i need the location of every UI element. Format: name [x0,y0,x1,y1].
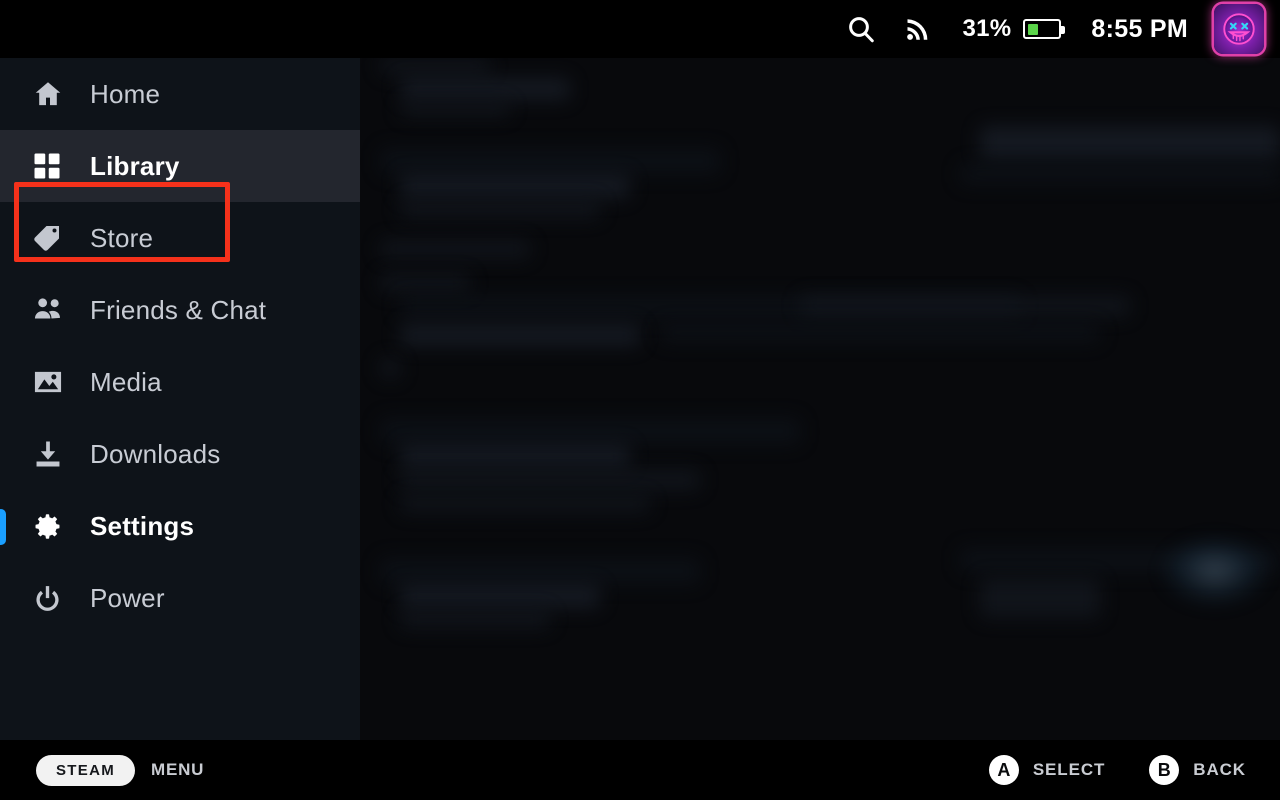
image-icon [32,365,72,399]
grid-icon [32,149,72,183]
sidebar-item-library[interactable]: Library [0,130,360,202]
battery-icon [1023,19,1066,39]
sidebar-item-media[interactable]: Media [0,346,360,418]
sidebar-item-home[interactable]: Home [0,58,360,130]
steam-deck-ui: Home Library Store Friends & Chat Media … [0,0,1280,800]
search-icon[interactable] [846,14,876,44]
sidebar-item-friends-and-chat[interactable]: Friends & Chat [0,274,360,346]
b-button-icon: B [1149,755,1180,785]
menu-hint-label: MENU [151,760,205,779]
home-icon [32,77,72,111]
a-button-icon: A [988,755,1019,785]
sidebar-item-label: Media [90,366,162,397]
sidebar-item-label: Settings [90,510,195,541]
wifi-icon[interactable] [904,15,932,43]
avatar[interactable] [1214,4,1264,54]
battery-fill-level [1027,23,1039,35]
footer-right-group: A SELECT B BACK [945,755,1246,785]
hint-b-back[interactable]: B BACK [1149,755,1246,785]
sidebar-item-label: Friends & Chat [90,294,267,325]
clock-label: 8:55 PM [1091,14,1188,43]
hint-a-select[interactable]: A SELECT [988,755,1106,785]
active-selection-indicator [0,509,6,545]
power-icon [32,581,72,615]
battery-percent-label: 31% [962,15,1012,42]
hint-label: BACK [1193,760,1246,779]
gear-icon [32,509,72,543]
footer-hint-bar: STEAM MENU A SELECT B BACK [0,740,1280,800]
footer-left-group: STEAM MENU [36,754,205,786]
battery-status: 31% [962,15,1066,43]
sidebar-item-label: Downloads [90,438,221,469]
sidebar-item-downloads[interactable]: Downloads [0,418,360,490]
sidebar-item-store[interactable]: Store [0,202,360,274]
sidebar-item-settings[interactable]: Settings [0,490,360,562]
sidebar-item-power[interactable]: Power [0,562,360,634]
main-sidebar: Home Library Store Friends & Chat Media … [0,58,360,740]
sidebar-item-label: Home [90,78,161,109]
blurred-content-background [360,58,1280,740]
sidebar-item-label: Store [90,222,154,253]
download-icon [32,437,72,471]
hint-label: SELECT [1032,760,1106,779]
people-icon [32,293,72,327]
sidebar-item-label: Power [90,582,165,613]
status-bar: 31% 8:55 PM [0,0,1280,58]
tag-icon [32,221,72,255]
steam-button-hint[interactable]: STEAM [36,754,135,786]
sidebar-item-label: Library [90,150,180,181]
